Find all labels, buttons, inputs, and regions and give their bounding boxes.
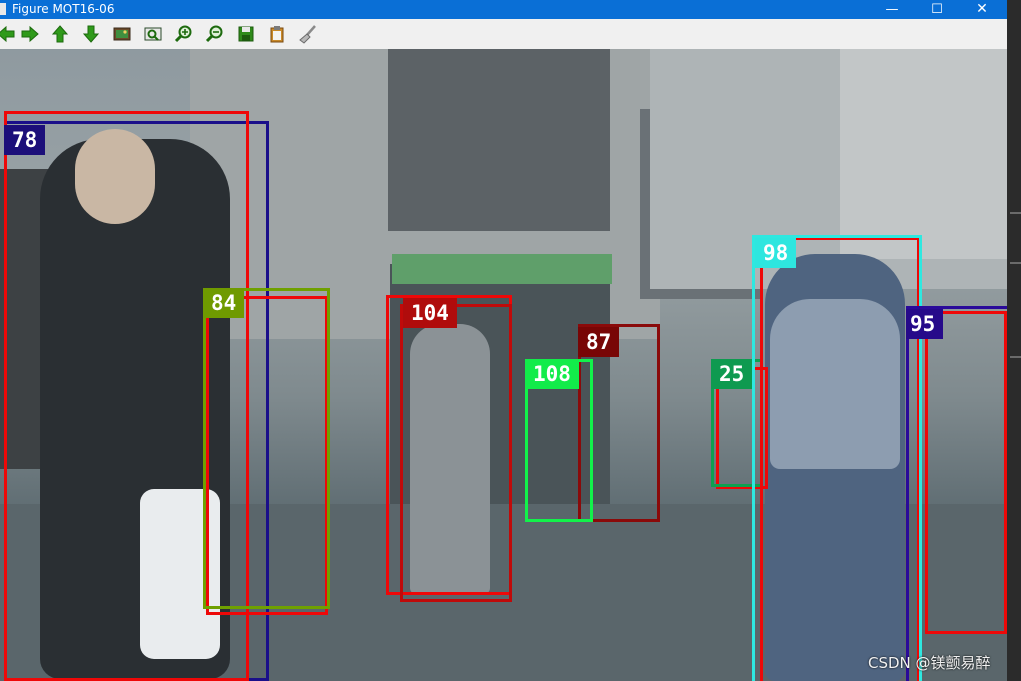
clear-button[interactable] bbox=[296, 22, 320, 46]
pan-down-button[interactable] bbox=[79, 22, 103, 46]
building-right-windows bbox=[840, 49, 1007, 259]
image-canvas[interactable]: 78 84 104 87 108 25 98 95 bbox=[0, 49, 1007, 681]
detection-box-104-inner bbox=[400, 304, 512, 602]
detection-box-98 bbox=[752, 235, 922, 681]
background-divider bbox=[1010, 262, 1021, 264]
clipboard-button[interactable] bbox=[265, 22, 289, 46]
fit-button[interactable] bbox=[141, 22, 165, 46]
forward-button[interactable] bbox=[18, 22, 42, 46]
background-divider bbox=[1010, 356, 1021, 358]
figure-window: Figure MOT16-06 — ☐ ✕ 78 84 104 87 108 2… bbox=[0, 0, 1007, 681]
background-desktop-strip bbox=[1007, 0, 1021, 681]
background-divider bbox=[1010, 212, 1021, 214]
detection-label-104: 104 bbox=[403, 298, 457, 328]
zoom-in-button[interactable] bbox=[172, 22, 196, 46]
csdn-watermark: CSDN @镁颤易醉 bbox=[868, 654, 991, 672]
zoom-in-icon bbox=[174, 25, 192, 43]
pan-up-button[interactable] bbox=[48, 22, 72, 46]
app-icon bbox=[0, 3, 6, 15]
brush-icon bbox=[299, 25, 316, 44]
zoom-out-icon bbox=[205, 25, 223, 43]
building-upper-block bbox=[388, 49, 610, 231]
shop-green-light bbox=[392, 254, 612, 284]
detection-label-98: 98 bbox=[755, 238, 797, 268]
toolbar bbox=[0, 19, 1007, 50]
window-title: Figure MOT16-06 bbox=[12, 2, 115, 16]
detection-label-87: 87 bbox=[578, 327, 620, 357]
close-button[interactable]: ✕ bbox=[960, 0, 1004, 19]
clipboard-icon bbox=[270, 26, 284, 43]
detection-label-84: 84 bbox=[203, 288, 245, 318]
back-button[interactable] bbox=[0, 22, 18, 46]
arrow-down-icon bbox=[82, 25, 100, 43]
floppy-save-icon bbox=[238, 26, 254, 42]
detection-box-84 bbox=[203, 288, 330, 609]
title-bar[interactable]: Figure MOT16-06 — ☐ ✕ bbox=[0, 0, 1007, 19]
detection-label-108: 108 bbox=[525, 359, 579, 389]
detection-label-95: 95 bbox=[906, 309, 944, 339]
fit-view-icon bbox=[144, 27, 162, 41]
zoom-out-button[interactable] bbox=[203, 22, 227, 46]
save-button[interactable] bbox=[234, 22, 258, 46]
detection-label-25: 25 bbox=[711, 359, 753, 389]
detection-label-78: 78 bbox=[4, 125, 46, 155]
arrow-left-icon bbox=[0, 25, 15, 43]
maximize-button[interactable]: ☐ bbox=[915, 0, 959, 19]
arrow-right-icon bbox=[21, 25, 39, 43]
image-icon bbox=[113, 27, 131, 41]
arrow-up-icon bbox=[51, 25, 69, 43]
minimize-button[interactable]: — bbox=[870, 0, 914, 19]
detection-box-95-red bbox=[925, 311, 1007, 634]
image-button[interactable] bbox=[110, 22, 134, 46]
